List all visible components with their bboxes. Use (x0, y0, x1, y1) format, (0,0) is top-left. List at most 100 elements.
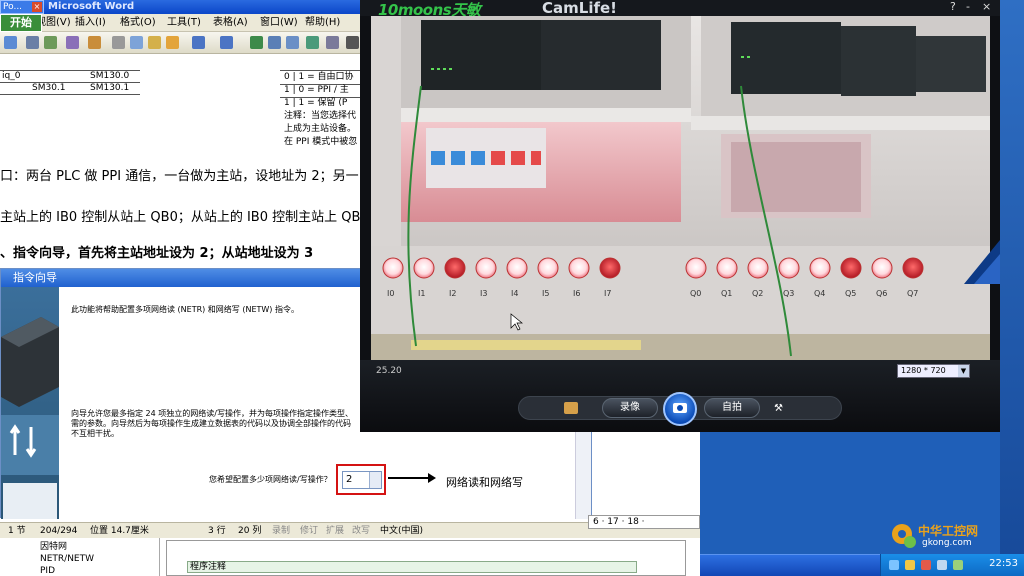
folder-icon[interactable] (4, 36, 17, 49)
menu-window[interactable]: 窗口(W) (260, 16, 298, 30)
antivirus-icon[interactable] (921, 560, 931, 570)
minimize-icon[interactable]: - (966, 0, 970, 14)
excel-icon[interactable] (306, 36, 319, 49)
paste-icon[interactable] (148, 36, 161, 49)
wizard-desc: 需的参数。向导然后为每项操作生成建立数据表的代码以及协调全部操作的代码 (71, 419, 351, 428)
status-ext[interactable]: 扩展 (326, 525, 344, 537)
output-lamp-label: Q5 (845, 289, 856, 298)
desktop-shortcut-icon[interactable] (954, 240, 1000, 284)
network-icon[interactable] (889, 560, 899, 570)
wizard-question: 您希望配置多少项网络读/写操作？ (209, 475, 332, 484)
program-comment: 程序注释 (187, 561, 637, 573)
output-lamp (809, 257, 831, 279)
gallery-icon[interactable] (564, 402, 578, 414)
table-cell: SM130.1 (90, 83, 130, 93)
columns-icon[interactable] (326, 36, 339, 49)
taskbar-mini-label: Po... (3, 2, 23, 12)
status-ovr[interactable]: 改写 (352, 525, 370, 537)
output-lamp (716, 257, 738, 279)
insert-table-icon[interactable] (286, 36, 299, 49)
hyperlink-icon[interactable] (250, 36, 263, 49)
output-lamp-label: Q3 (783, 289, 794, 298)
menu-tools[interactable]: 工具(T) (167, 16, 201, 30)
output-lamp (747, 257, 769, 279)
input-lamp-label: I1 (418, 289, 425, 298)
arrow-icon (388, 473, 436, 483)
system-tray: 22:53 (880, 554, 1024, 576)
output-lamp-label: Q6 (876, 289, 887, 298)
paragraph-bold: 、指令向导，首先将主站地址设为 2；从站地址设为 3 (0, 246, 314, 261)
instruction-tree: 因特网 NETR/NETW PID (0, 538, 160, 576)
word-title: Microsoft Word (48, 1, 135, 12)
close-icon[interactable]: × (32, 2, 42, 12)
status-line: 3 行 (208, 526, 226, 536)
annotation-note: 网络读和网络写 (446, 476, 523, 489)
camlife-window: 10moons天敏 CamLife! ? - × I0 I1 I2 I3 I4 … (360, 0, 1000, 432)
timecode: 25.20 (376, 366, 402, 376)
save-icon[interactable] (26, 36, 39, 49)
menu-insert[interactable]: 插入(I) (75, 16, 106, 30)
snapshot-button[interactable] (663, 392, 697, 426)
status-trk[interactable]: 修订 (300, 525, 318, 537)
output-lamp-label: Q1 (721, 289, 732, 298)
tools-icon[interactable]: ⚒ (774, 403, 783, 414)
selfie-button[interactable]: 自拍 (704, 398, 760, 418)
tables-icon[interactable] (268, 36, 281, 49)
plc-illustration-icon (1, 317, 59, 519)
clock: 22:53 (989, 558, 1018, 569)
status-position: 位置 14.7厘米 (90, 526, 149, 536)
menu-help[interactable]: 帮助(H) (305, 16, 340, 30)
tree-item-pid[interactable]: PID (40, 566, 55, 576)
camera-preview[interactable]: I0 I1 I2 I3 I4 I5 I6 I7 Q0 Q1 Q2 Q3 Q4 Q5 Q6 Q7 (371, 16, 990, 360)
cut-icon[interactable] (112, 36, 125, 49)
output-lamp (685, 257, 707, 279)
input-lamp-label: I5 (542, 289, 549, 298)
watermark-name: 中华工控网 (918, 524, 979, 538)
wizard-title: 指令向导 (13, 271, 57, 284)
camera-app-name: CamLife! (542, 0, 617, 17)
tree-item-netr-netw[interactable]: NETR/NETW (40, 554, 94, 565)
security-icon[interactable] (905, 560, 915, 570)
spellcheck-icon[interactable] (88, 36, 101, 49)
input-method-icon[interactable] (953, 560, 963, 570)
format-painter-icon[interactable] (166, 36, 179, 49)
input-lamp (506, 257, 528, 279)
resolution-select[interactable]: 1280 * 720 ▼ (897, 364, 970, 378)
drawing-icon[interactable] (346, 36, 359, 49)
selfie-label: 自拍 (722, 402, 742, 413)
camera-title-bar[interactable]: 10moons天敏 CamLife! ? - × (360, 0, 1000, 19)
status-language: 中文(中国) (380, 526, 424, 536)
table-cell: 1 | 1 = 保留 (P (284, 98, 348, 108)
undo-icon[interactable] (192, 36, 205, 49)
ruler-ticks: 6 · 17 · 18 · (593, 517, 645, 527)
redo-icon[interactable] (220, 36, 233, 49)
record-button[interactable]: 录像 (602, 398, 658, 418)
tree-item-internet[interactable]: 因特网 (40, 542, 67, 553)
menu-table[interactable]: 表格(A) (213, 16, 248, 30)
table-note: 注释：当您选择代 (284, 111, 357, 121)
start-button[interactable]: 开始 (0, 14, 42, 32)
chevron-down-icon[interactable]: ▼ (958, 365, 969, 377)
camera-lens-icon (677, 405, 683, 411)
status-page: 204/294 (40, 526, 78, 536)
resolution-value: 1280 * 720 (901, 366, 946, 375)
highlight-box (336, 464, 386, 495)
copy-icon[interactable] (130, 36, 143, 49)
table-cell: iq_0 (2, 71, 21, 81)
ruler: 6 · 17 · 18 · (588, 515, 700, 529)
volume-icon[interactable] (937, 560, 947, 570)
input-lamp (475, 257, 497, 279)
print-icon[interactable] (44, 36, 57, 49)
status-rec[interactable]: 录制 (272, 525, 290, 537)
preview-icon[interactable] (66, 36, 79, 49)
program-editor[interactable]: 程序注释 (166, 540, 686, 576)
taskbar-mini-button[interactable]: Po... × (0, 0, 44, 14)
table-cell: 0 | 1 = 自由口协 (284, 72, 354, 82)
menu-format[interactable]: 格式(O) (120, 16, 156, 30)
close-icon[interactable]: × (982, 0, 991, 14)
status-section: 1 节 (8, 526, 26, 536)
help-icon[interactable]: ? (950, 0, 956, 14)
wizard-side-illustration (1, 287, 59, 519)
output-lamp-label: Q7 (907, 289, 918, 298)
input-lamp-label: I2 (449, 289, 456, 298)
